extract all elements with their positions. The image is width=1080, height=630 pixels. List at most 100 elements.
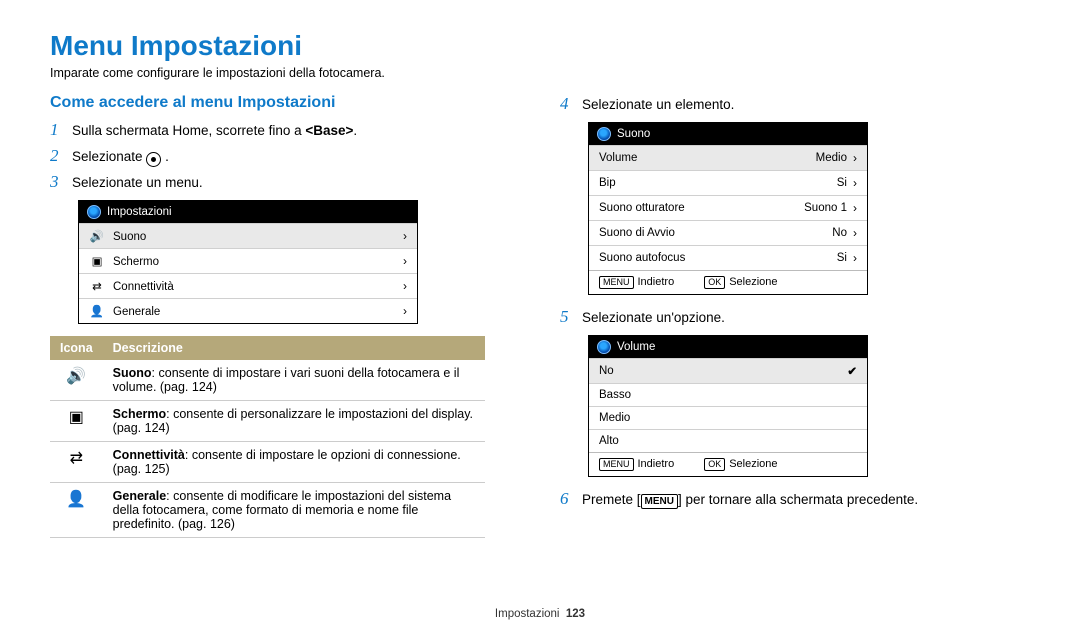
setting-key: Volume: [599, 152, 637, 164]
setting-key: Suono di Avvio: [599, 227, 675, 239]
screen-icon: [89, 254, 105, 268]
settings-menu-box: Impostazioni Suono › Schermo › Connettiv…: [78, 200, 418, 324]
row-desc: : consente di impostare i vari suoni del…: [113, 366, 460, 394]
page-title: Menu Impostazioni: [50, 30, 1030, 62]
step-bold: <Base>: [305, 123, 353, 138]
menu-title: Volume: [617, 341, 655, 353]
setting-key: Bip: [599, 177, 616, 189]
table-row: Suono: consente di impostare i vari suon…: [50, 360, 485, 401]
menu-item-label: Connettività: [113, 281, 174, 293]
setting-key: Suono autofocus: [599, 252, 685, 264]
table-row: Schermo: consente di personalizzare le i…: [50, 401, 485, 442]
chevron-right-icon: ›: [853, 226, 857, 240]
table-header-row: Icona Descrizione: [50, 336, 485, 360]
row-title: Schermo: [113, 407, 167, 421]
chevron-right-icon: ›: [853, 176, 857, 190]
footer-select-label: Selezione: [729, 276, 777, 288]
connectivity-icon: [70, 450, 83, 467]
menu-button-icon: MENU: [641, 494, 678, 509]
menu-header: Impostazioni: [79, 201, 417, 223]
menu-item-connettivita[interactable]: Connettività ›: [79, 273, 417, 298]
gear-icon: [146, 152, 161, 167]
screen-icon: [69, 409, 84, 426]
step-text: .: [165, 149, 169, 164]
chevron-right-icon: ›: [853, 201, 857, 215]
option-row-medio[interactable]: Medio: [589, 406, 867, 429]
row-title: Connettività: [113, 448, 185, 462]
step-text: Selezionate un'opzione.: [582, 310, 725, 325]
setting-row-volume[interactable]: Volume Medio ›: [589, 145, 867, 170]
check-icon: ✔: [847, 364, 857, 378]
lens-icon: [597, 340, 611, 354]
ok-pill: OK: [704, 276, 725, 289]
menu-item-label: Suono: [113, 231, 146, 243]
chevron-right-icon: ›: [403, 279, 407, 293]
step-5: 5 Selezionate un'opzione.: [560, 307, 1030, 327]
option-label: Basso: [599, 389, 631, 401]
step-text: Selezionate un elemento.: [582, 97, 734, 112]
option-row-basso[interactable]: Basso: [589, 383, 867, 406]
general-icon: [66, 491, 86, 508]
menu-header: Suono: [589, 123, 867, 145]
setting-value: Medio: [816, 152, 847, 164]
footer-back-label: Indietro: [638, 458, 675, 470]
row-desc: : consente di personalizzare le impostaz…: [113, 407, 473, 435]
chevron-right-icon: ›: [853, 151, 857, 165]
row-title: Suono: [113, 366, 152, 380]
step-text: Selezionate un menu.: [72, 175, 203, 190]
sound-icon: [89, 229, 105, 243]
step-2: 2 Selezionate .: [50, 146, 520, 166]
setting-value: Si: [837, 252, 847, 264]
chevron-right-icon: ›: [853, 251, 857, 265]
ok-pill: OK: [704, 458, 725, 471]
setting-row-autofocus[interactable]: Suono autofocus Si ›: [589, 245, 867, 270]
menu-title: Suono: [617, 128, 650, 140]
menu-item-label: Generale: [113, 306, 160, 318]
step-1: 1 Sulla schermata Home, scorrete fino a …: [50, 120, 520, 140]
section-heading: Come accedere al menu Impostazioni: [50, 94, 520, 112]
menu-footer: MENU Indietro OK Selezione: [589, 452, 867, 476]
intro-text: Imparate come configurare le impostazion…: [50, 66, 1030, 80]
table-header: Descrizione: [103, 336, 485, 360]
setting-row-startup[interactable]: Suono di Avvio No ›: [589, 220, 867, 245]
step-6: 6 Premete [MENU] per tornare alla scherm…: [560, 489, 1030, 509]
description-table: Icona Descrizione Suono: consente di imp…: [50, 336, 485, 538]
chevron-right-icon: ›: [403, 304, 407, 318]
menu-pill: MENU: [599, 458, 634, 471]
setting-row-shutter[interactable]: Suono otturatore Suono 1 ›: [589, 195, 867, 220]
table-row: Connettività: consente di impostare le o…: [50, 442, 485, 483]
setting-value: No: [832, 227, 847, 239]
step-number: 6: [560, 489, 574, 509]
menu-title: Impostazioni: [107, 206, 172, 218]
menu-item-generale[interactable]: Generale ›: [79, 298, 417, 323]
menu-header: Volume: [589, 336, 867, 358]
sound-icon: [66, 368, 86, 385]
row-title: Generale: [113, 489, 167, 503]
menu-item-schermo[interactable]: Schermo ›: [79, 248, 417, 273]
lens-icon: [87, 205, 101, 219]
chevron-right-icon: ›: [403, 254, 407, 268]
table-row: Generale: consente di modificare le impo…: [50, 483, 485, 538]
menu-item-suono[interactable]: Suono ›: [79, 223, 417, 248]
option-row-no[interactable]: No ✔: [589, 358, 867, 383]
step-number: 4: [560, 94, 574, 114]
step-3: 3 Selezionate un menu.: [50, 172, 520, 192]
setting-key: Suono otturatore: [599, 202, 685, 214]
table-header: Icona: [50, 336, 103, 360]
footer-section: Impostazioni: [495, 608, 560, 620]
chevron-right-icon: ›: [403, 229, 407, 243]
connectivity-icon: [89, 279, 105, 293]
step-number: 3: [50, 172, 64, 192]
step-text: ] per tornare alla schermata precedente.: [678, 492, 918, 507]
lens-icon: [597, 127, 611, 141]
step-4: 4 Selezionate un elemento.: [560, 94, 1030, 114]
option-row-alto[interactable]: Alto: [589, 429, 867, 452]
setting-value: Suono 1: [804, 202, 847, 214]
setting-row-bip[interactable]: Bip Si›: [589, 170, 867, 195]
menu-pill: MENU: [599, 276, 634, 289]
step-text: Premete [: [582, 492, 641, 507]
footer-select-label: Selezione: [729, 458, 777, 470]
footer-back-label: Indietro: [638, 276, 675, 288]
sound-settings-box: Suono Volume Medio› Bip Si› Suono ottura…: [588, 122, 868, 295]
footer-page-number: 123: [566, 608, 585, 620]
